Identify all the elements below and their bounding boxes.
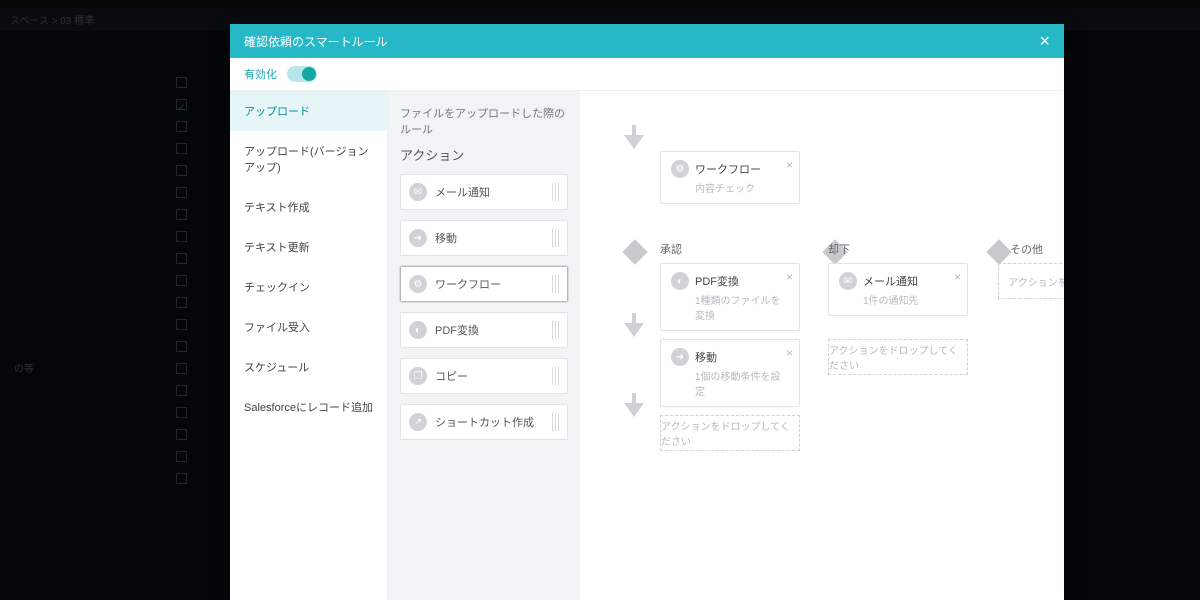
- action-palette: ファイルをアップロードした際のルール アクション ✉ メール通知 ➜ 移動 ⚙ …: [388, 91, 580, 600]
- node-title: ワークフロー: [695, 164, 761, 176]
- flow-node-workflow[interactable]: ⚙ ワークフロー 内容チェック ×: [660, 151, 800, 204]
- flow-connector: [632, 125, 636, 135]
- drag-handle-icon[interactable]: [552, 183, 559, 201]
- modal-header: 確認依頼のスマートルール ×: [230, 24, 1064, 58]
- palette-workflow[interactable]: ⚙ ワークフロー: [400, 266, 568, 302]
- nav-schedule[interactable]: スケジュール: [230, 347, 387, 387]
- branch-diamond-icon: [986, 239, 1011, 264]
- mail-icon: ✉: [839, 272, 857, 290]
- flow-connector: [632, 393, 636, 403]
- enable-row: 有効化: [230, 58, 1064, 91]
- nav-checkin[interactable]: チェックイン: [230, 267, 387, 307]
- palette-move[interactable]: ➜ 移動: [400, 220, 568, 256]
- flow-connector: [632, 313, 636, 323]
- node-subtitle: 1個の移動条件を設定: [695, 368, 789, 398]
- close-icon[interactable]: ×: [1039, 31, 1050, 52]
- move-icon: ➜: [409, 229, 427, 247]
- copy-icon: ❐: [409, 367, 427, 385]
- branch-label-other: その他: [1010, 241, 1043, 257]
- nav-text-update[interactable]: テキスト更新: [230, 227, 387, 267]
- drag-handle-icon[interactable]: [552, 321, 559, 339]
- workflow-icon: ⚙: [409, 275, 427, 293]
- drag-handle-icon[interactable]: [552, 413, 559, 431]
- mail-icon: ✉: [409, 183, 427, 201]
- palette-shortcut[interactable]: ↗ ショートカット作成: [400, 404, 568, 440]
- flow-node-mail[interactable]: ✉ メール通知 1件の通知先 ×: [828, 263, 968, 316]
- smartrule-modal: 確認依頼のスマートルール × 有効化 アップロード アップロード(バージョンアッ…: [230, 24, 1064, 600]
- palette-mail[interactable]: ✉ メール通知: [400, 174, 568, 210]
- funnel-icon: [624, 135, 644, 149]
- pdf-icon: ◐: [409, 321, 427, 339]
- drag-handle-icon[interactable]: [552, 229, 559, 247]
- remove-node-icon[interactable]: ×: [786, 270, 793, 284]
- drag-handle-icon[interactable]: [552, 275, 559, 293]
- enable-toggle[interactable]: [287, 66, 317, 82]
- palette-pdf[interactable]: ◐ PDF変換: [400, 312, 568, 348]
- modal-title: 確認依頼のスマートルール: [244, 33, 388, 50]
- pdf-icon: ◐: [671, 272, 689, 290]
- node-subtitle: 1種類のファイルを変換: [695, 292, 789, 322]
- flow-node-pdf[interactable]: ◐ PDF変換 1種類のファイルを変換 ×: [660, 263, 800, 331]
- node-subtitle: 1件の通知先: [863, 292, 957, 307]
- palette-pdf-label: PDF変換: [435, 322, 552, 338]
- palette-title: アクション: [400, 145, 568, 164]
- enable-label: 有効化: [244, 66, 277, 82]
- node-title: PDF変換: [695, 276, 739, 288]
- palette-move-label: 移動: [435, 230, 552, 246]
- nav-salesforce[interactable]: Salesforceにレコード追加: [230, 387, 387, 427]
- section-title: ファイルをアップロードした際のルール: [400, 105, 568, 137]
- trigger-nav: アップロード アップロード(バージョンアップ) テキスト作成 テキスト更新 チェ…: [230, 91, 388, 600]
- remove-node-icon[interactable]: ×: [786, 158, 793, 172]
- nav-file-receive[interactable]: ファイル受入: [230, 307, 387, 347]
- nav-upload-version[interactable]: アップロード(バージョンアップ): [230, 131, 387, 187]
- branch-label-reject: 却下: [828, 241, 850, 257]
- funnel-icon: [624, 403, 644, 417]
- palette-copy[interactable]: ❐ コピー: [400, 358, 568, 394]
- flow-canvas[interactable]: ⚙ ワークフロー 内容チェック × 承認 却下 その他 ◐ PDF変換 1種類のファ…: [580, 91, 1064, 600]
- flow-node-move[interactable]: ➜ 移動 1個の移動条件を設定 ×: [660, 339, 800, 407]
- branch-diamond-icon: [622, 239, 647, 264]
- palette-copy-label: コピー: [435, 368, 552, 384]
- palette-mail-label: メール通知: [435, 184, 552, 200]
- drop-zone-reject[interactable]: アクションをドロップしてください: [828, 339, 968, 375]
- drag-handle-icon[interactable]: [552, 367, 559, 385]
- nav-text-create[interactable]: テキスト作成: [230, 187, 387, 227]
- node-title: メール通知: [863, 276, 918, 288]
- drop-zone-approve[interactable]: アクションをドロップしてください: [660, 415, 800, 451]
- remove-node-icon[interactable]: ×: [954, 270, 961, 284]
- drop-zone-other[interactable]: アクションをドロッ: [998, 263, 1064, 299]
- remove-node-icon[interactable]: ×: [786, 346, 793, 360]
- shortcut-icon: ↗: [409, 413, 427, 431]
- move-icon: ➜: [671, 348, 689, 366]
- funnel-icon: [624, 323, 644, 337]
- node-subtitle: 内容チェック: [695, 180, 789, 195]
- branch-label-approve: 承認: [660, 241, 682, 257]
- palette-shortcut-label: ショートカット作成: [435, 414, 552, 430]
- workflow-icon: ⚙: [671, 160, 689, 178]
- palette-workflow-label: ワークフロー: [435, 276, 552, 292]
- nav-upload[interactable]: アップロード: [230, 91, 387, 131]
- node-title: 移動: [695, 352, 717, 364]
